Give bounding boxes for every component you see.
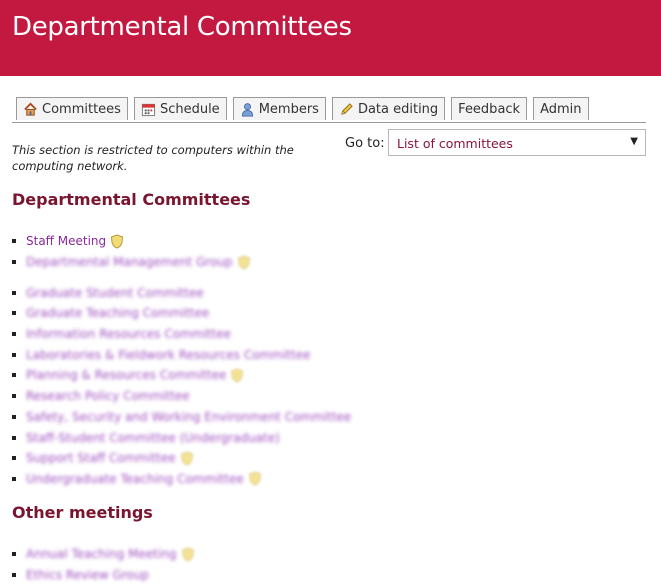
tab-label: Feedback [458, 101, 521, 117]
meeting-link[interactable]: Annual Teaching Meeting [26, 547, 177, 561]
committee-link[interactable]: Research Policy Committee [26, 389, 190, 403]
committee-link[interactable]: Support Staff Committee [26, 451, 176, 465]
tab-label: Admin [540, 101, 582, 117]
list-item[interactable]: Graduate Student Committee [12, 282, 351, 303]
shield-icon [231, 368, 244, 383]
bullet [12, 352, 16, 357]
shield-icon [248, 471, 261, 486]
committee-link[interactable]: Graduate Teaching Committee [26, 306, 209, 320]
list-item[interactable]: Ethics Review Group [12, 565, 195, 585]
bullet [12, 476, 16, 481]
tab-feedback[interactable]: Feedback [451, 97, 528, 120]
header-banner: Departmental Committees [0, 0, 661, 76]
list-item[interactable]: Undergraduate Teaching Committee [12, 469, 351, 490]
bullet [12, 456, 16, 461]
committee-link[interactable]: Safety, Security and Working Environment… [26, 410, 351, 424]
bullet [12, 239, 16, 244]
tab-label: Schedule [159, 101, 220, 117]
shield-icon [181, 547, 194, 562]
list-item[interactable]: Staff Meeting [12, 231, 351, 252]
page-title: Departmental Committees [12, 12, 352, 42]
list-item[interactable]: Planning & Resources Committee [12, 365, 351, 386]
tab-bar: Committees Schedule Members Data editing… [16, 97, 589, 123]
list-item[interactable]: Staff-Student Committee (Undergraduate) [12, 427, 351, 448]
bullet [12, 332, 16, 337]
goto-label: Go to: [345, 136, 385, 151]
committee-link[interactable]: Undergraduate Teaching Committee [26, 472, 244, 486]
committee-link[interactable]: Planning & Resources Committee [26, 368, 226, 382]
section-heading-other-meetings: Other meetings [12, 503, 153, 522]
tab-schedule[interactable]: Schedule [133, 97, 227, 120]
shield-icon [237, 254, 250, 270]
bullet [12, 552, 16, 557]
tab-data-editing[interactable]: Data editing [331, 97, 446, 120]
shield-icon [180, 451, 193, 466]
list-item[interactable]: Information Resources Committee [12, 324, 351, 345]
list-spacer [12, 272, 351, 282]
dropdown-arrow-icon: ▼ [630, 136, 638, 147]
meeting-link[interactable]: Ethics Review Group [26, 568, 149, 582]
tab-members[interactable]: Members [232, 97, 326, 120]
bullet [12, 573, 16, 578]
bullet [12, 373, 16, 378]
committee-link[interactable]: Departmental Management Group [26, 255, 233, 269]
committee-list: Staff Meeting Departmental Management Gr… [12, 231, 351, 489]
tab-divider [12, 122, 646, 123]
bullet [12, 260, 16, 265]
access-notice: This section is restricted to computers … [12, 143, 294, 173]
bullet [12, 311, 16, 316]
list-item[interactable]: Safety, Security and Working Environment… [12, 407, 351, 428]
tab-label: Committees [42, 101, 121, 117]
list-item[interactable]: Departmental Management Group [12, 252, 351, 273]
pencil-icon [341, 102, 353, 115]
shield-icon [111, 234, 124, 249]
bullet [12, 435, 16, 440]
bullet [12, 394, 16, 399]
goto-selected-value: List of committees [397, 136, 513, 151]
bullet [12, 290, 16, 295]
committee-link[interactable]: Information Resources Committee [26, 327, 231, 341]
tab-admin[interactable]: Admin [533, 97, 589, 120]
committee-link[interactable]: Staff-Student Committee (Undergraduate) [26, 431, 280, 445]
list-item[interactable]: Graduate Teaching Committee [12, 303, 351, 324]
list-item[interactable]: Laboratories & Fieldwork Resources Commi… [12, 344, 351, 365]
section-heading-committees: Departmental Committees [12, 190, 251, 209]
committee-link[interactable]: Staff Meeting [26, 234, 106, 248]
calendar-icon [141, 103, 155, 116]
committee-link[interactable]: Laboratories & Fieldwork Resources Commi… [26, 348, 310, 362]
goto-select[interactable]: List of committees ▼ [388, 129, 646, 156]
house-icon [24, 102, 37, 116]
other-meetings-list: Annual Teaching Meeting Ethics Review Gr… [12, 544, 195, 585]
tab-label: Data editing [357, 101, 439, 117]
person-icon [241, 102, 253, 116]
bullet [12, 414, 16, 419]
tab-label: Members [258, 101, 319, 117]
list-item[interactable]: Annual Teaching Meeting [12, 544, 195, 565]
tab-committees[interactable]: Committees [16, 97, 128, 120]
list-item[interactable]: Support Staff Committee [12, 448, 351, 469]
committee-link[interactable]: Graduate Student Committee [26, 286, 204, 300]
list-item[interactable]: Research Policy Committee [12, 386, 351, 407]
